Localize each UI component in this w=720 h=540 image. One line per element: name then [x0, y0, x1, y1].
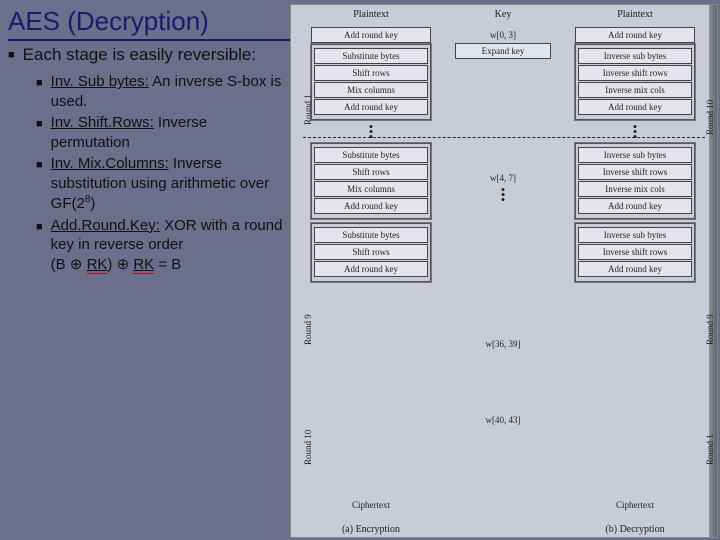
eq-part: (B ⊕ [51, 256, 87, 273]
expand-key-box: Expand key [455, 43, 551, 59]
round-label: Round 1 [705, 434, 715, 465]
enc-step: Shift rows [314, 164, 428, 180]
key-w0: w[0, 3] [455, 30, 551, 40]
eq-part: = B [154, 256, 181, 273]
dec-step: Inverse mix cols [578, 181, 692, 197]
dec-step: Add round key [578, 198, 692, 214]
sub-bullets: ■ Inv. Sub bytes: An inverse S-box is us… [36, 72, 288, 274]
dec-step: Inverse sub bytes [578, 147, 692, 163]
list-item: ■ Inv. Mix.Columns: Inverse substitution… [36, 154, 288, 214]
header-plaintext-left: Plaintext [311, 9, 431, 20]
aes-diagram: Plaintext Key Plaintext Add round key Su… [290, 4, 718, 538]
stage-name: Inv. Shift.Rows: [51, 114, 154, 131]
main-bullet-text: Each stage is easily reversible: [23, 44, 256, 66]
encryption-column: Add round key Substitute bytes Shift row… [311, 27, 431, 286]
dec-step: Inverse mix cols [578, 82, 692, 98]
header-key: Key [455, 9, 551, 20]
dec-step: Add round key [578, 261, 692, 277]
dec-step: Inverse sub bytes [578, 48, 692, 64]
enc-step: Add round key [314, 261, 428, 277]
eq-part: ) ⊕ [107, 256, 133, 273]
dec-round-10: Inverse sub bytes Inverse shift rows Inv… [575, 44, 695, 120]
list-item: ■ Add.Round.Key: XOR with a round key in… [36, 216, 288, 275]
bullet-icon: ■ [8, 48, 15, 66]
stage-name: Inv. Mix.Columns: [51, 155, 169, 172]
enc-step: Substitute bytes [314, 48, 428, 64]
dec-round-1: Inverse sub bytes Inverse shift rows Add… [575, 223, 695, 282]
enc-step: Shift rows [314, 65, 428, 81]
bullet-icon: ■ [36, 220, 43, 275]
round-label: Round 9 [705, 314, 715, 345]
round-label: Round 9 [303, 314, 313, 345]
dec-step: Inverse shift rows [578, 65, 692, 81]
enc-caption: (a) Encryption [311, 524, 431, 535]
bullet-icon: ■ [36, 158, 43, 214]
dec-step: Inverse shift rows [578, 244, 692, 260]
round-label: Round 10 [303, 430, 313, 465]
gf-tail: ) [90, 195, 95, 212]
enc-step: Substitute bytes [314, 147, 428, 163]
enc-round-9: Substitute bytes Shift rows Mix columns … [311, 143, 431, 219]
list-item: ■ Inv. Sub bytes: An inverse S-box is us… [36, 72, 288, 111]
list-item: ■ Inv. Shift.Rows: Inverse permutation [36, 113, 288, 152]
dec-caption: (b) Decryption [575, 524, 695, 535]
eq-rk: RK [87, 256, 108, 274]
dec-round-9: Inverse sub bytes Inverse shift rows Inv… [575, 143, 695, 219]
dec-step: Add round key [578, 99, 692, 115]
dashed-connector [303, 137, 705, 138]
dec-output: Ciphertext [575, 500, 695, 510]
enc-step: Substitute bytes [314, 227, 428, 243]
enc-step: Add round key [314, 198, 428, 214]
enc-step: Mix columns [314, 181, 428, 197]
main-bullet: ■ Each stage is easily reversible: [8, 44, 288, 66]
dec-step: Inverse sub bytes [578, 227, 692, 243]
enc-round-10: Substitute bytes Shift rows Add round ke… [311, 223, 431, 282]
decryption-column: Add round key Inverse sub bytes Inverse … [575, 27, 695, 286]
stage-name: Inv. Sub bytes: [51, 73, 149, 90]
eq-rk: RK [133, 256, 154, 274]
dec-add-round-key: Add round key [575, 27, 695, 43]
dec-step: Inverse shift rows [578, 164, 692, 180]
bullet-icon: ■ [36, 76, 43, 111]
enc-step: Mix columns [314, 82, 428, 98]
bullet-icon: ■ [36, 117, 43, 152]
header-plaintext-right: Plaintext [575, 9, 695, 20]
text-content: ■ Each stage is easily reversible: ■ Inv… [8, 44, 288, 276]
key-w9: w[36, 39] [455, 339, 551, 349]
round-label: Round 1 [303, 94, 313, 125]
key-w10: w[40, 43] [455, 415, 551, 425]
key-column: w[0, 3] Expand key w[4, 7] ••• w[36, 39]… [455, 27, 551, 428]
round-label: Round 10 [705, 100, 715, 135]
stage-name: Add.Round.Key: [51, 217, 160, 234]
vertical-dots-icon: ••• [455, 187, 551, 202]
enc-add-round-key: Add round key [311, 27, 431, 43]
enc-round-1: Substitute bytes Shift rows Mix columns … [311, 44, 431, 120]
enc-step: Shift rows [314, 244, 428, 260]
enc-step: Add round key [314, 99, 428, 115]
enc-output: Ciphertext [311, 500, 431, 510]
